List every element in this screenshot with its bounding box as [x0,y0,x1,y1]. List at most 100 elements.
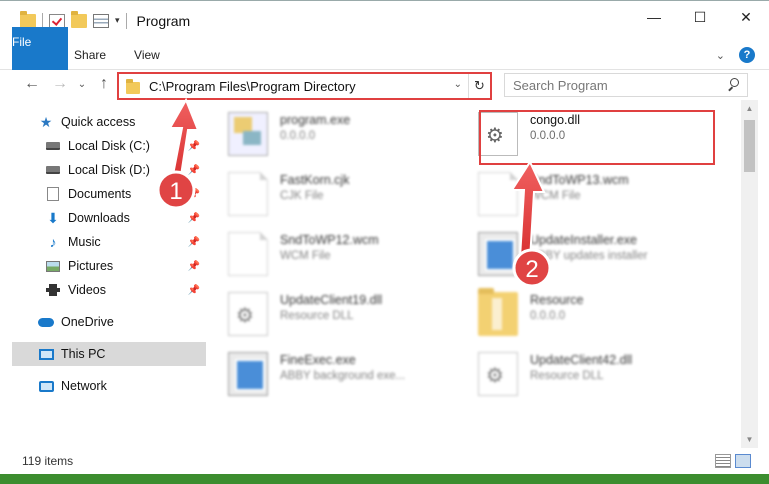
file-name: FineExec.exe [280,353,356,367]
sidebar-item-onedrive[interactable]: OneDrive [12,310,206,334]
customize-toolbar-dropdown[interactable]: ▾ [115,15,120,26]
file-item-sndtowp12-wcm[interactable]: SndToWP12.wcm WCM File [206,226,446,282]
drive-icon [45,163,61,177]
sidebar-item-this-pc[interactable]: This PC [12,342,206,366]
file-subtitle: 0.0.0.0 [530,310,566,322]
address-bar[interactable]: C:\Program Files\Program Directory ⌄ ↻ [117,72,492,100]
search-icon[interactable] [727,78,739,90]
sidebar-item-quick-access[interactable]: ★ Quick access [12,110,206,134]
refresh-button[interactable]: ↻ [468,74,490,98]
pin-icon[interactable]: 📌 [188,141,200,152]
tab-share[interactable]: Share [60,40,120,70]
videos-icon [45,283,61,297]
file-name: FastKorn.cjk [280,173,350,187]
file-subtitle: 0.0.0.0 [280,130,316,142]
file-name: UpdateClient42.dll [530,353,633,367]
file-item-fastkorn-cjk[interactable]: FastKorn.cjk CJK File [206,166,446,222]
separator [125,12,127,29]
scroll-down-icon[interactable]: ▼ [741,431,758,448]
file-name: UpdateInstaller.exe [530,233,638,247]
sidebar-item-pictures[interactable]: Pictures 📌 [12,254,206,278]
expand-ribbon-chevron-icon[interactable]: ⌄ [716,49,725,62]
file-item-updateclient42-dll[interactable]: UpdateClient42.dll Resource DLL [456,346,696,402]
file-item-program-exe[interactable]: program.exe 0.0.0.0 [206,106,446,162]
file-subtitle: Resource DLL [280,310,354,322]
folder-icon [478,288,518,336]
sidebar-item-documents[interactable]: Documents 📌 [12,182,206,206]
file-subtitle: WCM File [280,250,331,262]
file-item-fineexec-exe[interactable]: FineExec.exe ABBY background exe... [206,346,446,402]
large-icons-view-icon[interactable] [735,454,751,468]
window-controls: — ☐ ✕ [631,1,769,33]
pin-icon[interactable]: 📌 [188,285,200,296]
file-name: UpdateClient19.dll [280,293,383,307]
pin-icon[interactable]: 📌 [188,237,200,248]
sidebar-item-label: Quick access [61,115,136,129]
file-name: Resource [530,293,584,307]
minimize-button[interactable]: — [631,1,677,33]
tab-view[interactable]: View [120,40,174,70]
address-row: ← → ⌄ ↑ C:\Program Files\Program Directo… [0,70,769,100]
file-item-updateclient19-dll[interactable]: UpdateClient19.dll Resource DLL [206,286,446,342]
item-count: 119 items [22,454,74,468]
folder-icon[interactable] [20,10,36,28]
sidebar-item-local-disk-c[interactable]: Local Disk (C:) 📌 [12,134,206,158]
sidebar-item-label: Videos [68,283,106,297]
search-placeholder: Search Program [513,77,608,93]
network-icon [38,379,54,393]
blank-file-icon [478,172,518,216]
vertical-scrollbar[interactable]: ▲ ▼ [741,100,758,448]
new-folder-icon[interactable] [71,10,87,28]
up-button[interactable]: ↑ [94,75,114,93]
recent-locations-dropdown[interactable]: ⌄ [72,79,92,90]
pin-icon[interactable]: 📌 [188,261,200,272]
sidebar-item-local-disk-d[interactable]: Local Disk (D:) 📌 [12,158,206,182]
title-bar: ▾ Program — ☐ ✕ [0,0,769,40]
sidebar-item-label: Music [68,235,101,249]
file-item-resource-folder[interactable]: Resource 0.0.0.0 [456,286,696,342]
pin-icon[interactable]: 📌 [188,213,200,224]
sidebar-item-network[interactable]: Network [12,374,206,398]
pin-icon[interactable]: 📌 [188,189,200,200]
details-view-icon[interactable] [715,454,731,468]
sidebar-item-label: Downloads [68,211,130,225]
scroll-up-icon[interactable]: ▲ [741,100,758,117]
documents-icon [45,187,61,201]
music-icon: ♪ [49,234,57,250]
file-subtitle: ABBY background exe... [280,370,406,382]
scroll-thumb[interactable] [744,120,755,172]
sidebar-item-videos[interactable]: Videos 📌 [12,278,206,302]
file-name: SndToWP13.wcm [530,173,629,187]
app-icon [228,352,268,396]
pictures-icon [45,259,61,273]
address-dropdown-chevron-icon[interactable]: ⌄ [454,79,462,90]
help-icon[interactable]: ? [739,47,755,63]
search-input[interactable]: Search Program [504,73,748,97]
status-bar: 119 items [0,448,769,474]
file-item-sndtowp13-wcm[interactable]: SndToWP13.wcm WCM File [456,166,696,222]
quick-access-star-icon: ★ [39,113,53,130]
sidebar-item-label: Local Disk (D:) [68,163,150,177]
close-button[interactable]: ✕ [723,1,769,33]
properties-check-icon[interactable] [49,13,65,28]
dll-gear-icon [228,292,268,336]
taskbar-edge [0,474,769,484]
sidebar-item-label: OneDrive [61,315,114,329]
properties-icon[interactable] [93,13,109,28]
dll-gear-icon [478,352,518,396]
sidebar-item-music[interactable]: ♪ Music 📌 [12,230,206,254]
navigation-pane: ★ Quick access Local Disk (C:) 📌 Local D… [12,106,206,444]
back-button[interactable]: ← [22,75,42,93]
forward-button[interactable]: → [50,75,70,93]
pin-icon[interactable]: 📌 [188,165,200,176]
sidebar-item-downloads[interactable]: ⬇ Downloads 📌 [12,206,206,230]
file-item-updateinstaller-exe[interactable]: UpdateInstaller.exe ABBY updates installe… [456,226,696,282]
drive-icon [45,139,61,153]
file-subtitle: WCM File [530,190,581,202]
congo-dll-highlight-box [479,110,715,165]
sidebar-item-label: Local Disk (C:) [68,139,150,153]
window-title: Program [136,12,191,29]
address-path[interactable]: C:\Program Files\Program Directory [149,79,356,94]
maximize-button[interactable]: ☐ [677,1,723,33]
this-pc-icon [38,347,54,361]
